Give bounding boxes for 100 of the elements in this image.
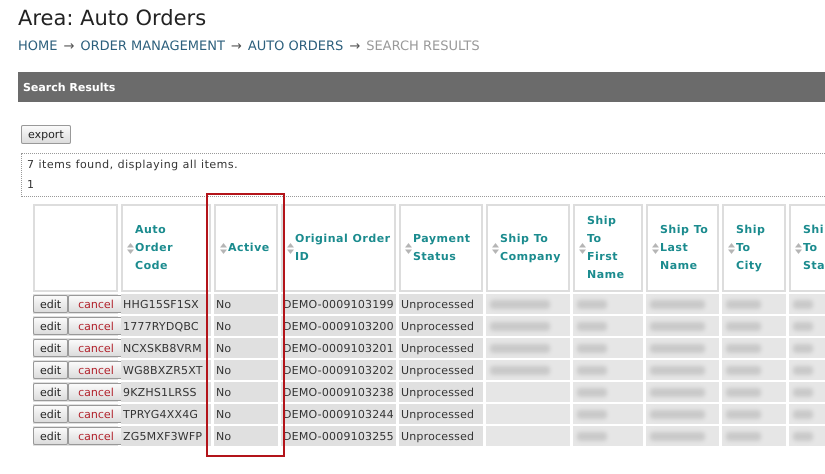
sort-icon (728, 242, 735, 254)
blurred-text (577, 432, 607, 440)
results-summary: 7 items found, displaying all items. (27, 158, 238, 171)
breadcrumb-current: SEARCH RESULTS (366, 39, 480, 54)
cancel-button[interactable]: cancel (68, 295, 124, 313)
blurred-text (726, 410, 761, 418)
sort-icon (652, 242, 659, 254)
sort-icon (127, 242, 134, 254)
blurred-text (650, 366, 705, 374)
sort-icon (492, 242, 499, 254)
table-cell: NCXSKB8VRM (121, 338, 211, 358)
cancel-button[interactable]: cancel (68, 317, 124, 335)
blurred-text (577, 410, 607, 418)
blurred-text (793, 322, 813, 330)
column-header[interactable]: Active (214, 204, 278, 292)
blurred-text (577, 322, 607, 330)
edit-button[interactable]: edit (33, 295, 68, 313)
sort-icon (579, 242, 586, 254)
blurred-text (726, 432, 761, 440)
column-header[interactable]: Ship To City (722, 204, 786, 292)
blurred-text (726, 300, 761, 308)
page-link[interactable]: 1 (27, 178, 34, 191)
cancel-button[interactable]: cancel (68, 361, 124, 379)
blurred-text (650, 432, 705, 440)
table-cell: DEMO-0009103255 (281, 426, 396, 446)
blurred-text (793, 300, 813, 308)
table-cell: Unprocessed (399, 294, 483, 314)
blurred-text (793, 366, 813, 374)
cancel-button[interactable]: cancel (68, 383, 124, 401)
column-header[interactable]: Shi To Sta (789, 204, 825, 292)
table-cell: DEMO-0009103199 (281, 294, 396, 314)
blurred-text (726, 344, 761, 352)
edit-button[interactable]: edit (33, 405, 68, 423)
blurred-text (726, 366, 761, 374)
blurred-text (490, 322, 550, 330)
table-cell: No (214, 294, 278, 314)
table-cell: Unprocessed (399, 338, 483, 358)
cancel-button[interactable]: cancel (68, 405, 124, 423)
blurred-text (490, 300, 550, 308)
table-cell: TPRYG4XX4G (121, 404, 211, 424)
sort-icon (220, 242, 227, 254)
edit-button[interactable]: edit (33, 427, 68, 445)
blurred-text (726, 322, 761, 330)
column-header[interactable]: Ship To Last Name (646, 204, 719, 292)
breadcrumb-link[interactable]: ORDER MANAGEMENT (80, 39, 225, 54)
blurred-text (650, 300, 705, 308)
table-cell: DEMO-0009103200 (281, 316, 396, 336)
column-header[interactable]: Ship To First Name (573, 204, 643, 292)
panel-title: Search Results (23, 80, 116, 94)
edit-button[interactable]: edit (33, 383, 68, 401)
sort-icon (405, 242, 412, 254)
table-cell: No (214, 316, 278, 336)
table-cell: No (214, 382, 278, 402)
blurred-text (490, 344, 550, 352)
blurred-text (650, 322, 705, 330)
blurred-text (577, 300, 607, 308)
table-cell: No (214, 360, 278, 380)
cancel-button[interactable]: cancel (68, 339, 124, 357)
blurred-text (577, 344, 607, 352)
edit-button[interactable]: edit (33, 339, 68, 357)
table-cell: No (214, 404, 278, 424)
blurred-text (650, 410, 705, 418)
sort-icon (287, 242, 294, 254)
column-header[interactable]: Auto Order Code (121, 204, 211, 292)
cancel-button[interactable]: cancel (68, 427, 124, 445)
table-cell: DEMO-0009103202 (281, 360, 396, 380)
column-header[interactable]: Ship To Company (486, 204, 570, 292)
table-cell: Unprocessed (399, 404, 483, 424)
table-cell: 9KZHS1LRSS (121, 382, 211, 402)
breadcrumb-separator: → (63, 39, 74, 54)
blurred-text (793, 410, 813, 418)
edit-button[interactable]: edit (33, 361, 68, 379)
table-cell: HHG15SF1SX (121, 294, 211, 314)
table-cell: No (214, 426, 278, 446)
table-cell: DEMO-0009103244 (281, 404, 396, 424)
edit-button[interactable]: edit (33, 317, 68, 335)
blurred-text (650, 344, 705, 352)
breadcrumb-link[interactable]: AUTO ORDERS (248, 39, 344, 54)
table-cell: DEMO-0009103201 (281, 338, 396, 358)
table-cell: Unprocessed (399, 382, 483, 402)
table-cell: Unprocessed (399, 316, 483, 336)
table-cell: Unprocessed (399, 426, 483, 446)
blurred-text (793, 344, 813, 352)
table-cell: 1777RYDQBC (121, 316, 211, 336)
breadcrumb-separator: → (230, 39, 242, 54)
blurred-text (793, 432, 813, 440)
breadcrumb-link[interactable]: HOME (18, 39, 58, 54)
column-header[interactable]: Payment Status (399, 204, 483, 292)
table-cell: ZG5MXF3WFP (121, 426, 211, 446)
table-cell: Unprocessed (399, 360, 483, 380)
blurred-text (650, 388, 705, 396)
blurred-text (490, 366, 550, 374)
breadcrumb-separator: → (349, 39, 360, 54)
blurred-text (577, 388, 607, 396)
blurred-text (793, 388, 813, 396)
blurred-text (726, 388, 761, 396)
page-title: Area: Auto Orders (17, 5, 208, 31)
column-header[interactable]: Original Order ID (281, 204, 396, 292)
table-cell: WG8BXZR5XT (121, 360, 211, 380)
export-button[interactable]: export (21, 125, 71, 144)
